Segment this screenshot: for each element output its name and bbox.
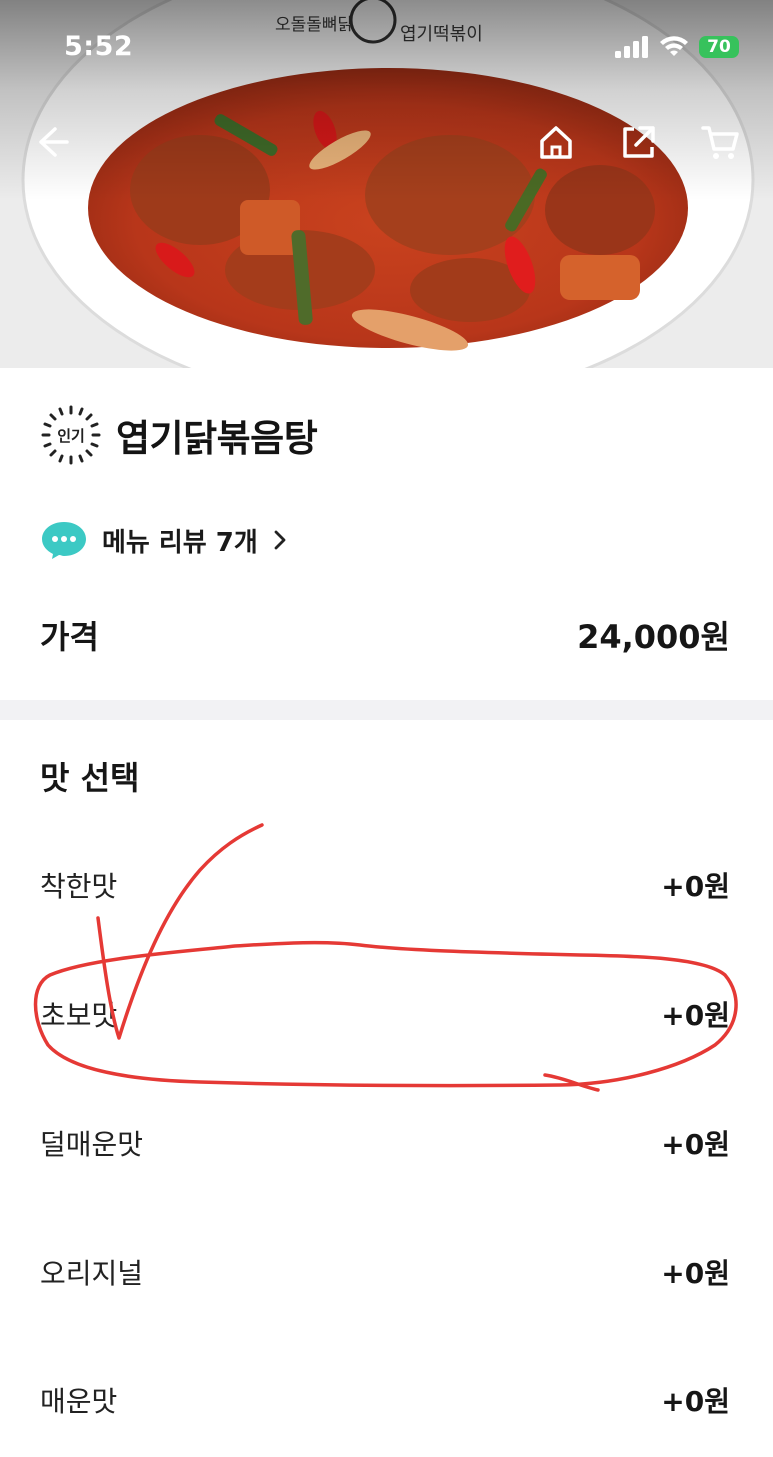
popular-badge: 인기: [40, 404, 102, 466]
price-label: 가격: [40, 618, 99, 656]
menu-header: 인기 엽기닭볶음탕: [40, 404, 318, 466]
flavor-option-price: +0원: [661, 1257, 730, 1290]
flavor-option-price: +0원: [661, 1128, 730, 1161]
flavor-option-name: 매운맛: [40, 1385, 118, 1418]
review-chat-icon: [42, 522, 86, 559]
menu-title: 엽기닭볶음탕: [116, 417, 318, 460]
flavor-option-row[interactable]: 착한맛 +0원: [40, 845, 730, 925]
back-arrow-icon[interactable]: [30, 120, 74, 164]
flavor-option-name: 착한맛: [40, 870, 118, 903]
flavor-option-row[interactable]: 초보맛 +0원: [40, 974, 730, 1054]
flavor-option-name: 덜매운맛: [40, 1128, 144, 1161]
status-bar: 5:52 70: [0, 0, 773, 100]
status-icons: 70: [615, 36, 739, 58]
battery-level: 70: [707, 37, 731, 57]
status-time: 5:52: [64, 31, 134, 62]
share-icon[interactable]: [617, 120, 661, 164]
flavor-option-price: +0원: [661, 1385, 730, 1418]
flavor-option-row[interactable]: 덜매운맛 +0원: [40, 1103, 730, 1183]
cart-icon[interactable]: [698, 120, 742, 164]
menu-detail-screen: 오돌돌뼈닭 엽기떡볶이 5:52 70 인기 엽기닭볶음탕 메뉴 리뷰 7개 가…: [0, 0, 773, 1457]
menu-review-label: 메뉴 리뷰 7개: [102, 527, 258, 558]
price-value: 24,000원: [577, 618, 730, 656]
flavor-section-title: 맛 선택: [40, 759, 140, 797]
flavor-option-price: +0원: [661, 870, 730, 903]
flavor-option-price: +0원: [661, 999, 730, 1032]
chevron-right-icon: [274, 530, 286, 550]
flavor-option-name: 초보맛: [40, 999, 118, 1032]
cellular-signal-icon: [615, 36, 648, 58]
menu-review-link[interactable]: 메뉴 리뷰 7개: [40, 519, 288, 561]
section-divider: [0, 700, 773, 720]
price-row: 가격 24,000원: [40, 612, 730, 658]
home-icon[interactable]: [534, 120, 578, 164]
popular-badge-label: 인기: [57, 426, 85, 445]
battery-indicator: 70: [699, 36, 739, 58]
flavor-option-row[interactable]: 매운맛 +0원: [40, 1360, 730, 1440]
flavor-option-row[interactable]: 오리지널 +0원: [40, 1232, 730, 1312]
wifi-icon: [660, 36, 688, 56]
flavor-option-name: 오리지널: [40, 1257, 144, 1290]
